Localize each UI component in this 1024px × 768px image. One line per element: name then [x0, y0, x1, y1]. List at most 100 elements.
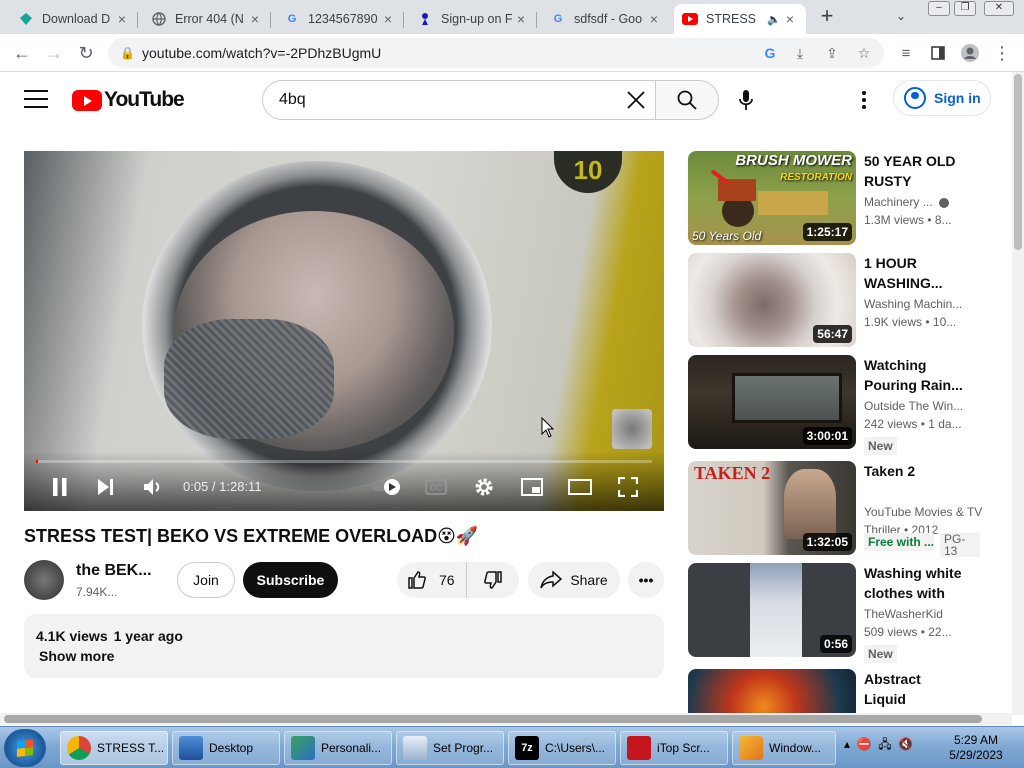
- captions-icon[interactable]: CC: [422, 473, 450, 501]
- pause-button[interactable]: [46, 473, 74, 501]
- close-icon[interactable]: ×: [513, 11, 529, 27]
- tab-title: 1234567890: [308, 12, 378, 26]
- side-panel-icon[interactable]: [926, 41, 950, 65]
- maximize-button[interactable]: ❐: [954, 1, 976, 16]
- channel-name[interactable]: the BEK...: [76, 562, 152, 580]
- fullscreen-icon[interactable]: [614, 473, 642, 501]
- volume-icon[interactable]: [139, 473, 167, 501]
- subscribe-button[interactable]: Subscribe: [243, 562, 338, 598]
- theater-mode-icon[interactable]: [566, 473, 594, 501]
- knit-sweater: [164, 319, 334, 439]
- address-bar[interactable]: 🔒 youtube.com/watch?v=-2PDhzBUgmU G ⤓ ⇪ …: [108, 38, 884, 68]
- close-window-button[interactable]: ✕: [984, 1, 1014, 16]
- progress-bar[interactable]: [36, 460, 652, 463]
- video-thumbnail-overlay[interactable]: [612, 409, 652, 449]
- recommendation-channel: Washing Machin...: [864, 297, 963, 311]
- recommendation-item[interactable]: BRUSH MOWER RESTORATION 50 Years Old 1:25…: [688, 151, 988, 247]
- taskbar-clock[interactable]: 5:29 AM 5/29/2023: [940, 733, 1012, 763]
- video-thumbnail[interactable]: 0:56: [688, 563, 856, 657]
- recommendation-item[interactable]: TAKEN 2 1:32:05 Taken 2 YouTube Movies &…: [688, 461, 988, 557]
- youtube-logo[interactable]: YouTube: [72, 88, 185, 112]
- video-thumbnail[interactable]: 3:00:01: [688, 355, 856, 449]
- close-icon[interactable]: ×: [380, 11, 396, 27]
- taskbar-item-chrome[interactable]: STRESS T...: [60, 731, 168, 765]
- video-title: STRESS TEST| BEKO VS EXTREME OVERLOAD😵🚀: [24, 526, 479, 546]
- tab-title: sdfsdf - Goo: [574, 12, 643, 26]
- close-icon[interactable]: ×: [646, 11, 662, 27]
- share-button[interactable]: Share: [528, 562, 620, 598]
- autoplay-toggle[interactable]: [370, 473, 404, 501]
- chevron-down-icon[interactable]: ⌄: [896, 9, 906, 23]
- vertical-scrollbar[interactable]: [1012, 72, 1024, 715]
- settings-menu-icon[interactable]: [852, 88, 876, 112]
- bookmark-star-icon[interactable]: ☆: [854, 43, 874, 63]
- recommendation-item[interactable]: 3:00:01 Watching Pouring Rain... Outside…: [688, 355, 988, 455]
- clear-search-icon[interactable]: [616, 81, 656, 119]
- view-count: 4.1K views: [36, 628, 108, 644]
- close-icon[interactable]: ×: [114, 11, 130, 27]
- recommendation-channel: YouTube Movies & TV: [864, 505, 983, 519]
- video-thumbnail[interactable]: 56:47: [688, 253, 856, 347]
- back-icon[interactable]: ←: [10, 41, 34, 65]
- tab-youtube-active[interactable]: STRESS 🔈 ×: [674, 4, 806, 34]
- taskbar-item-set-programs[interactable]: Set Progr...: [396, 731, 504, 765]
- profile-icon[interactable]: [958, 41, 982, 65]
- recommendation-channel: TheWasherKid: [864, 607, 943, 621]
- channel-avatar[interactable]: [24, 560, 64, 600]
- taskbar-item-itop[interactable]: iTop Scr...: [620, 731, 728, 765]
- taskbar-item-desktop[interactable]: Desktop: [172, 731, 280, 765]
- tab-google-docs[interactable]: G sdfsdf - Goo ×: [542, 4, 670, 34]
- share-icon[interactable]: ⇪: [822, 43, 842, 63]
- system-tray[interactable]: ▴ ⛔ 🖧 🔇: [844, 735, 913, 756]
- new-badge: New: [864, 645, 897, 663]
- reload-icon[interactable]: ↻: [74, 41, 98, 65]
- close-icon[interactable]: ×: [247, 11, 263, 27]
- search-input[interactable]: 4bq: [262, 80, 656, 120]
- svg-text:CC: CC: [430, 484, 442, 493]
- video-thumbnail[interactable]: [688, 669, 856, 713]
- speaker-icon[interactable]: 🔈: [766, 11, 782, 27]
- tab-title: Error 404 (N: [175, 12, 244, 26]
- forward-icon[interactable]: →: [42, 41, 66, 65]
- duration-badge: 0:56: [819, 635, 852, 653]
- video-thumbnail[interactable]: TAKEN 2 1:32:05: [688, 461, 856, 555]
- google-lens-icon[interactable]: G: [760, 43, 780, 63]
- search-button[interactable]: [655, 80, 719, 120]
- join-button[interactable]: Join: [177, 562, 235, 598]
- recommendation-item[interactable]: 56:47 1 HOUR WASHING... Washing Machin..…: [688, 253, 988, 349]
- desktop-icon: [179, 736, 203, 760]
- tab-google-search[interactable]: G 1234567890 ×: [276, 4, 404, 34]
- recommendation-item[interactable]: 0:56 Washing white clothes with a... The…: [688, 563, 988, 663]
- more-actions-icon[interactable]: •••: [628, 562, 664, 598]
- menu-icon[interactable]: [24, 90, 48, 108]
- sign-in-button[interactable]: Sign in: [893, 80, 991, 116]
- next-button[interactable]: [92, 473, 120, 501]
- start-button[interactable]: [4, 729, 46, 767]
- video-player[interactable]: 10 0:05 / 1:28:11 CC: [24, 151, 664, 511]
- miniplayer-icon[interactable]: [518, 473, 546, 501]
- tab-download[interactable]: Download D ×: [10, 4, 138, 34]
- media-control-icon[interactable]: ≡: [894, 41, 918, 65]
- new-tab-button[interactable]: +: [816, 5, 838, 28]
- taskbar-item-7zip[interactable]: 7z C:\Users\...: [508, 731, 616, 765]
- youtube-header: YouTube 4bq Sign in: [0, 72, 1012, 128]
- recommendation-item[interactable]: Abstract Liquid Background...: [688, 669, 988, 713]
- taskbar-item-personalize[interactable]: Personali...: [284, 731, 392, 765]
- taskbar-item-media-player[interactable]: Window...: [732, 731, 836, 765]
- description-box[interactable]: 4.1K views 1 year ago Show more: [24, 614, 664, 678]
- minimize-button[interactable]: –: [928, 1, 950, 16]
- chrome-menu-icon[interactable]: ⋮: [990, 41, 1014, 65]
- chrome-icon: [67, 736, 91, 760]
- horizontal-scrollbar[interactable]: [0, 713, 1012, 725]
- show-more-link[interactable]: Show more: [39, 648, 114, 664]
- clock-time: 5:29 AM: [953, 733, 999, 747]
- dislike-button[interactable]: [467, 562, 519, 598]
- microphone-icon[interactable]: [732, 86, 760, 114]
- like-button[interactable]: 76: [397, 562, 467, 598]
- close-icon[interactable]: ×: [782, 11, 798, 27]
- install-icon[interactable]: ⤓: [790, 43, 810, 63]
- settings-gear-icon[interactable]: [470, 473, 498, 501]
- tab-error-404[interactable]: Error 404 (N ×: [143, 4, 271, 34]
- video-thumbnail[interactable]: BRUSH MOWER RESTORATION 50 Years Old 1:25…: [688, 151, 856, 245]
- tab-sign-up[interactable]: Sign-up on F ×: [409, 4, 537, 34]
